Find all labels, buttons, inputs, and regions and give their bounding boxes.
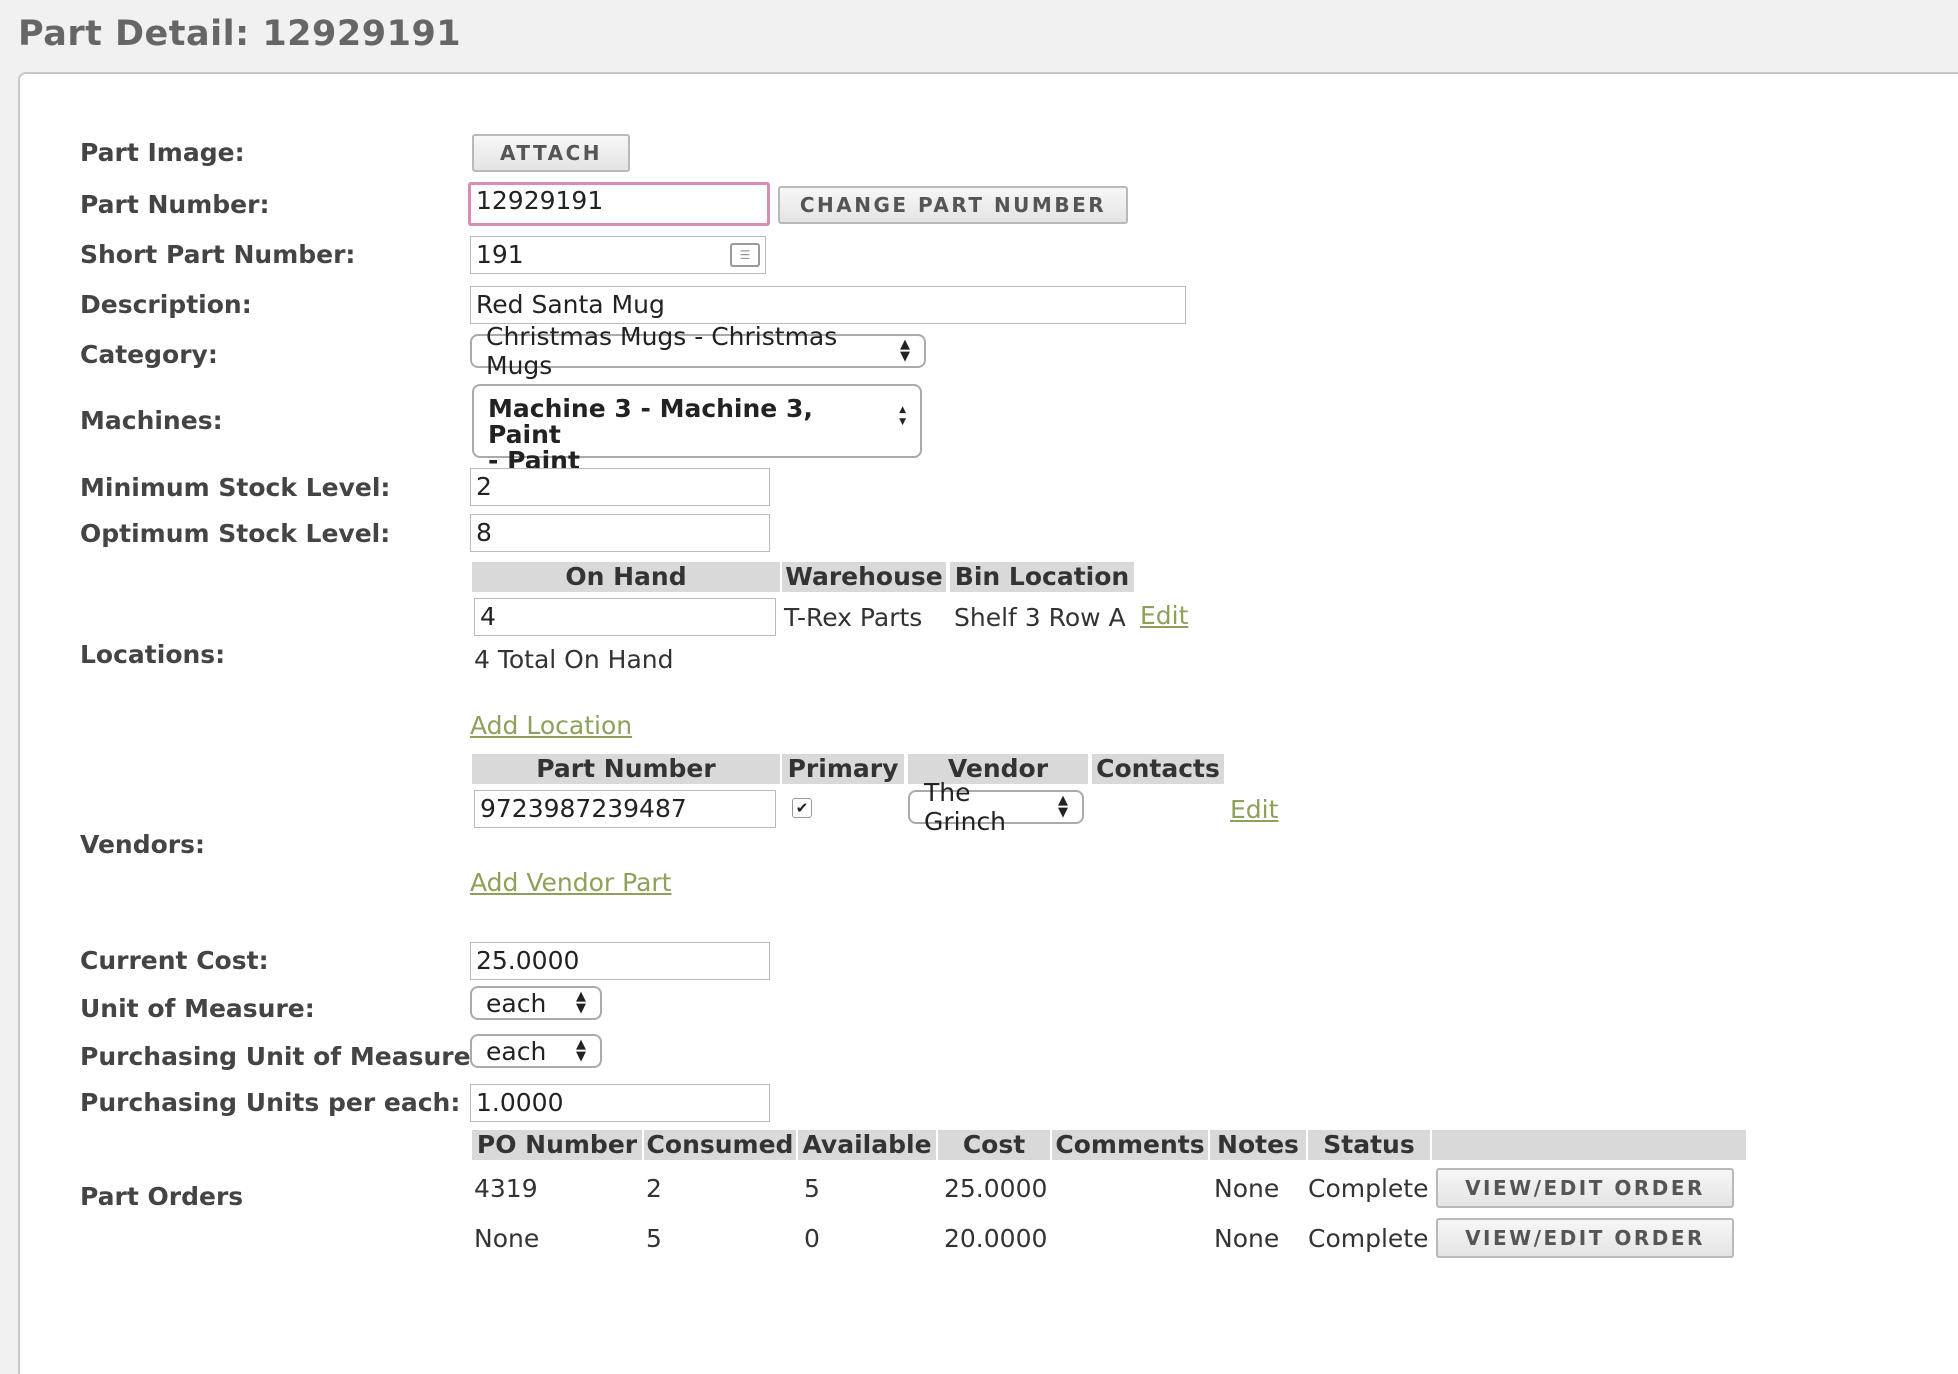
current-cost-input[interactable]: 25.0000 — [470, 942, 770, 980]
order-cost-cell: 20.0000 — [944, 1224, 1048, 1253]
part-number-input[interactable]: 12929191 — [468, 182, 770, 226]
purchasing-unit-value: each — [486, 1036, 547, 1066]
order-consumed-cell: 2 — [646, 1174, 662, 1203]
vendor-select[interactable]: The Grinch ▲ ▼ — [908, 778, 1084, 836]
total-on-hand: 4 Total On Hand — [474, 645, 674, 674]
contact-card-icon[interactable]: ☰ — [730, 243, 760, 267]
current-cost-label: Current Cost: — [80, 946, 269, 975]
change-part-number-button[interactable]: CHANGE PART NUMBER — [778, 186, 1128, 224]
purchasing-units-per-label: Purchasing Units per each: — [80, 1088, 461, 1117]
short-part-number-input[interactable]: 191 ☰ — [470, 236, 766, 274]
order-available-cell: 0 — [804, 1224, 820, 1253]
order-notes-cell: None — [1214, 1174, 1280, 1203]
category-label: Category: — [80, 340, 218, 369]
purchasing-units-per-input[interactable]: 1.0000 — [470, 1084, 770, 1122]
order-consumed-cell: 5 — [646, 1224, 662, 1253]
primary-vendor-checkbox[interactable]: ✔ — [792, 798, 812, 818]
part-image-label: Part Image: — [80, 138, 245, 167]
machines-select[interactable]: Machine 3 - Machine 3, Paint - Paint ▲ ▼ — [472, 384, 922, 474]
order-po-cell: 4319 — [474, 1174, 538, 1203]
view-edit-order-button[interactable]: VIEW/EDIT ORDER — [1436, 1218, 1734, 1258]
locations-header-on-hand: On Hand — [472, 562, 780, 592]
vendors-header-contacts: Contacts — [1092, 754, 1224, 784]
order-po-cell: None — [474, 1224, 540, 1253]
select-arrows-icon: ▲ ▼ — [576, 989, 586, 1016]
select-arrows-icon: ▲ ▼ — [899, 405, 906, 427]
orders-header-notes: Notes — [1210, 1130, 1306, 1160]
unit-of-measure-value: each — [486, 988, 547, 1018]
orders-header-actions — [1432, 1130, 1746, 1160]
vendor-part-number-input[interactable]: 9723987239487 — [474, 790, 776, 828]
add-location-link[interactable]: Add Location — [470, 711, 632, 740]
orders-header-cost: Cost — [938, 1130, 1050, 1160]
category-select[interactable]: Christmas Mugs - Christmas Mugs ▲ ▼ — [470, 322, 926, 380]
vendors-label: Vendors: — [80, 830, 206, 859]
warehouse-cell: T-Rex Parts — [784, 603, 923, 632]
purchasing-unit-label: Purchasing Unit of Measure: — [80, 1042, 481, 1071]
short-part-number-label: Short Part Number: — [80, 240, 356, 269]
vendor-value: The Grinch — [924, 778, 1007, 836]
select-arrows-icon: ▲ ▼ — [900, 337, 910, 364]
on-hand-input[interactable]: 4 — [474, 598, 776, 636]
locations-label: Locations: — [80, 640, 226, 669]
purchasing-unit-select[interactable]: each ▲ ▼ — [470, 1034, 602, 1068]
category-value: Christmas Mugs - Christmas Mugs — [486, 322, 838, 380]
checkmark-icon: ✔ — [795, 799, 809, 817]
view-edit-order-button[interactable]: VIEW/EDIT ORDER — [1436, 1168, 1734, 1208]
orders-header-consumed: Consumed — [644, 1130, 796, 1160]
orders-header-status: Status — [1308, 1130, 1430, 1160]
description-label: Description: — [80, 290, 252, 319]
order-status-cell: Complete — [1308, 1224, 1429, 1253]
min-stock-label: Minimum Stock Level: — [80, 473, 391, 502]
short-part-number-value: 191 — [476, 240, 524, 269]
select-arrows-icon: ▲ ▼ — [1058, 793, 1068, 820]
order-notes-cell: None — [1214, 1224, 1280, 1253]
part-orders-label: Part Orders — [80, 1182, 244, 1211]
locations-header-bin: Bin Location — [950, 562, 1134, 592]
select-arrows-icon: ▲ ▼ — [576, 1037, 586, 1064]
attach-button[interactable]: ATTACH — [472, 134, 630, 172]
order-status-cell: Complete — [1308, 1174, 1429, 1203]
page-title: Part Detail: 12929191 — [18, 14, 462, 54]
unit-of-measure-label: Unit of Measure: — [80, 994, 315, 1023]
edit-vendor-link[interactable]: Edit — [1230, 795, 1278, 824]
description-input[interactable]: Red Santa Mug — [470, 286, 1186, 324]
orders-header-po: PO Number — [472, 1130, 642, 1160]
opt-stock-input[interactable]: 8 — [470, 514, 770, 552]
order-cost-cell: 25.0000 — [944, 1174, 1048, 1203]
machines-value-line1: Machine 3 - Machine 3, Paint — [488, 394, 813, 449]
add-vendor-part-link[interactable]: Add Vendor Part — [470, 868, 671, 897]
opt-stock-label: Optimum Stock Level: — [80, 519, 391, 548]
bin-location-cell: Shelf 3 Row A — [954, 603, 1126, 632]
order-available-cell: 5 — [804, 1174, 820, 1203]
part-number-label: Part Number: — [80, 190, 270, 219]
min-stock-input[interactable]: 2 — [470, 468, 770, 506]
unit-of-measure-select[interactable]: each ▲ ▼ — [470, 986, 602, 1020]
edit-location-link[interactable]: Edit — [1140, 601, 1188, 630]
vendors-header-part-number: Part Number — [472, 754, 780, 784]
orders-header-available: Available — [798, 1130, 936, 1160]
vendors-header-primary: Primary — [782, 754, 904, 784]
locations-header-warehouse: Warehouse — [782, 562, 946, 592]
orders-header-comments: Comments — [1052, 1130, 1208, 1160]
machines-label: Machines: — [80, 406, 223, 435]
